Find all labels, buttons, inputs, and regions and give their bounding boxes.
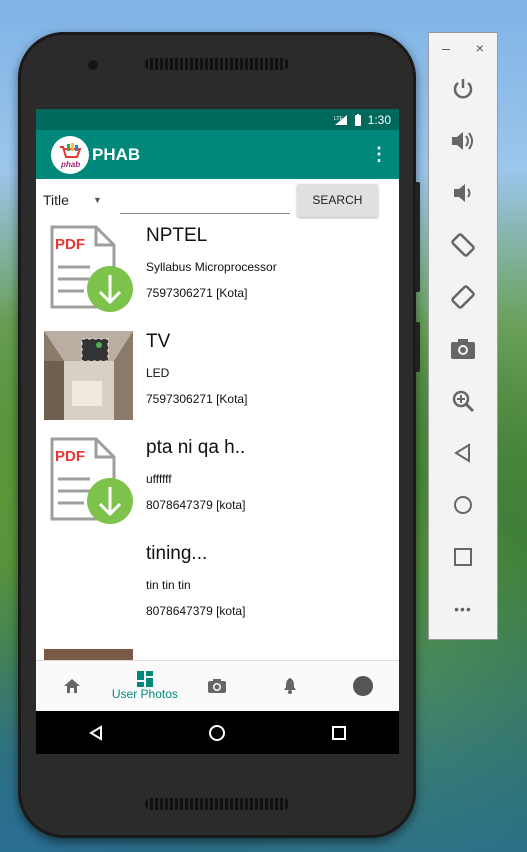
list-item[interactable]: PDF NPTEL Syllabus Microprocessor 759730… (36, 221, 399, 327)
home-circle-icon[interactable] (208, 724, 226, 742)
item-title: tining... (146, 543, 208, 564)
minimize-button[interactable]: – (442, 40, 450, 56)
phone-frame: LTE 1:30 phab PHAB ⋮ Title ▼ SEARCH PDF … (18, 32, 420, 838)
rotate-left-tool[interactable] (429, 219, 497, 271)
svg-text:PDF: PDF (55, 236, 85, 253)
svg-text:LTE: LTE (334, 116, 343, 122)
pdf-icon: PDF (44, 437, 133, 526)
more-button[interactable]: ••• (429, 583, 497, 635)
signal-icon: LTE (334, 114, 347, 125)
bottom-speaker (145, 798, 289, 810)
item-description: Syllabus Microprocessor (146, 260, 277, 274)
item-description: uffffff (146, 472, 172, 486)
back-tool[interactable] (429, 427, 497, 479)
nav-home[interactable] (36, 661, 109, 711)
search-input[interactable] (119, 186, 290, 214)
svg-text:PDF: PDF (55, 448, 85, 465)
search-button[interactable]: SEARCH (296, 183, 378, 217)
top-speaker (145, 58, 289, 70)
profile-avatar-icon (352, 676, 373, 696)
volume-down-tool[interactable] (429, 167, 497, 219)
rotate-right-tool[interactable] (429, 271, 497, 323)
zoom-in-icon (452, 390, 475, 413)
home-circle-icon (454, 496, 472, 514)
phone-screen: LTE 1:30 phab PHAB ⋮ Title ▼ SEARCH PDF … (36, 109, 399, 754)
power-button[interactable] (415, 322, 420, 372)
room-photo (44, 331, 133, 420)
search-row: Title ▼ SEARCH (36, 179, 399, 221)
list-item[interactable]: TV LED 7597306271 [Kota] (36, 327, 399, 433)
item-contact: 8078647379 [kota] (146, 604, 246, 618)
item-contact: 7597306271 [Kota] (146, 392, 248, 406)
app-title: PHAB (92, 144, 141, 164)
camera-icon (208, 679, 227, 693)
system-navigation-bar (36, 711, 399, 754)
item-contact: 8078647379 [kota] (146, 498, 246, 512)
dropdown-arrow-icon[interactable]: ▼ (93, 195, 102, 205)
list-item[interactable]: tining... tin tin tin 8078647379 [kota] (36, 539, 399, 645)
pdf-icon: PDF (44, 225, 133, 314)
back-triangle-icon (454, 443, 470, 463)
item-description: LED (146, 366, 170, 380)
clock: 1:30 (367, 112, 391, 127)
photo-thumbnail (44, 331, 133, 420)
volume-up-icon (452, 132, 473, 150)
power-tool[interactable] (429, 63, 497, 115)
volume-up-tool[interactable] (429, 115, 497, 167)
cart-logo-icon: phab (60, 142, 82, 169)
volume-button[interactable] (415, 182, 420, 292)
app-bar: phab PHAB ⋮ (36, 130, 399, 179)
home-icon (64, 679, 81, 693)
front-camera (88, 60, 98, 70)
camera-icon (451, 339, 475, 359)
volume-down-icon (454, 184, 471, 202)
rotate-right-icon (451, 285, 475, 309)
item-title: pta ni qa h.. (146, 437, 246, 458)
home-tool[interactable] (429, 479, 497, 531)
dashboard-icon (136, 671, 153, 687)
emulator-toolbar: – × ••• (428, 32, 498, 640)
zoom-tool[interactable] (429, 375, 497, 427)
svg-text:phab: phab (60, 160, 80, 169)
overview-square-icon (454, 548, 472, 566)
item-title: NPTEL (146, 225, 208, 246)
power-icon (453, 79, 473, 99)
nav-label: User Photos (111, 687, 178, 701)
recents-icon[interactable] (331, 725, 347, 741)
screenshot-tool[interactable] (429, 323, 497, 375)
nav-user-photos[interactable]: User Photos (109, 661, 182, 711)
status-bar: LTE 1:30 (36, 109, 399, 130)
close-button[interactable]: × (476, 40, 484, 56)
bottom-navigation: User Photos (36, 660, 399, 711)
item-title: TV (146, 331, 171, 352)
overview-tool[interactable] (429, 531, 497, 583)
nav-profile[interactable] (326, 661, 399, 711)
filter-dropdown[interactable]: Title (43, 192, 83, 208)
nav-notifications[interactable] (254, 661, 327, 711)
item-contact: 7597306271 [Kota] (146, 286, 248, 300)
item-description: tin tin tin (146, 578, 191, 592)
pdf-thumbnail: PDF (44, 437, 133, 526)
nav-camera[interactable] (181, 661, 254, 711)
bell-icon (284, 678, 297, 694)
list-item[interactable]: PDF pta ni qa h.. uffffff 8078647379 [ko… (36, 433, 399, 539)
overflow-menu-icon[interactable]: ⋮ (367, 144, 391, 165)
pdf-thumbnail: PDF (44, 225, 133, 314)
app-logo: phab (51, 135, 89, 174)
back-icon[interactable] (88, 724, 104, 741)
rotate-left-icon (451, 233, 475, 257)
battery-icon (354, 113, 361, 126)
